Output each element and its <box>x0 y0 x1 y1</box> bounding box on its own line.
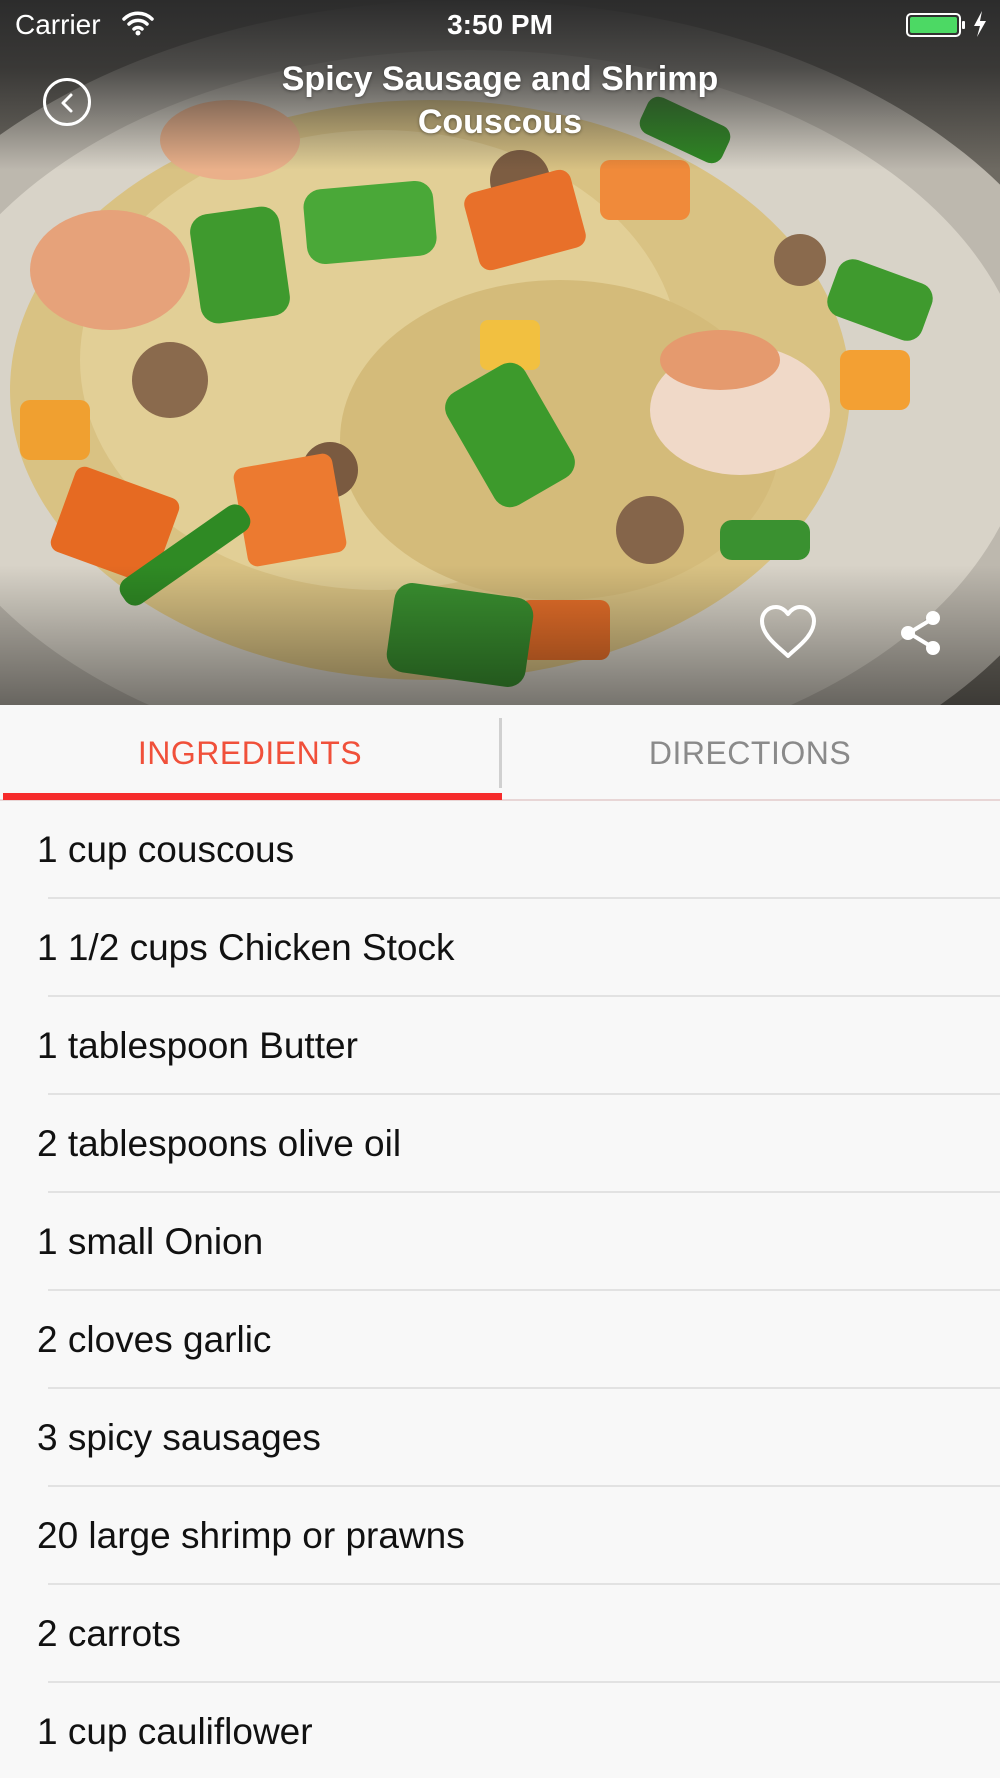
list-item[interactable]: 1 cup couscous <box>0 801 1000 899</box>
ingredient-list: 1 cup couscous 1 1/2 cups Chicken Stock … <box>0 801 1000 1778</box>
list-item[interactable]: 2 tablespoons olive oil <box>0 1095 1000 1193</box>
ingredient-text: 20 large shrimp or prawns <box>37 1515 465 1556</box>
list-item[interactable]: 2 cloves garlic <box>0 1291 1000 1389</box>
ingredient-text: 2 carrots <box>37 1613 181 1654</box>
status-time: 3:50 PM <box>447 9 553 40</box>
tab-bar: INGREDIENTS DIRECTIONS <box>0 705 1000 801</box>
list-item[interactable]: 1 tablespoon Butter <box>0 997 1000 1095</box>
chevron-left-icon <box>61 93 73 113</box>
heart-icon[interactable] <box>758 604 818 660</box>
hero-bottom-gradient <box>0 565 1000 705</box>
battery-icon <box>906 13 965 37</box>
status-bar: Carrier 3:50 PM <box>0 0 1000 50</box>
ingredient-text: 2 tablespoons olive oil <box>37 1123 402 1164</box>
recipe-title: Spicy Sausage and Shrimp Couscous <box>281 60 719 141</box>
ingredient-text: 2 cloves garlic <box>37 1319 272 1360</box>
back-button[interactable] <box>43 78 91 126</box>
ingredient-text: 3 spicy sausages <box>37 1417 321 1458</box>
ingredient-text: 1 1/2 cups Chicken Stock <box>37 927 455 968</box>
share-icon[interactable] <box>898 610 944 656</box>
list-item[interactable]: 1 small Onion <box>0 1193 1000 1291</box>
ingredient-text: 1 tablespoon Butter <box>37 1025 358 1066</box>
list-item[interactable]: 20 large shrimp or prawns <box>0 1487 1000 1585</box>
list-item[interactable]: 2 carrots <box>0 1585 1000 1683</box>
ingredient-text: 1 small Onion <box>37 1221 264 1262</box>
charging-bolt-icon <box>974 11 986 37</box>
list-item[interactable]: 3 spicy sausages <box>0 1389 1000 1487</box>
active-tab-indicator <box>3 793 502 800</box>
list-item[interactable]: 1 cup cauliflower <box>0 1683 1000 1778</box>
ingredient-text: 1 cup couscous <box>37 829 295 870</box>
list-item[interactable]: 1 1/2 cups Chicken Stock <box>0 899 1000 997</box>
tab-directions[interactable]: DIRECTIONS <box>500 705 1000 801</box>
ingredient-text: 1 cup cauliflower <box>37 1711 313 1752</box>
tab-ingredients[interactable]: INGREDIENTS <box>0 705 500 801</box>
